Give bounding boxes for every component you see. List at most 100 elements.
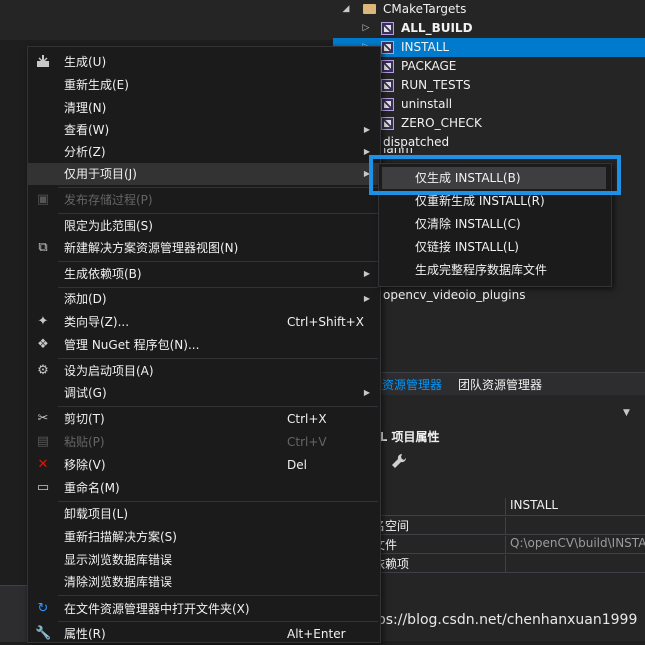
property-value: INSTALL [505,498,558,515]
tree-item-label: INSTALL [401,40,450,54]
menu-item-label: 重命名(M) [64,481,120,495]
tab-team-explorer[interactable]: 团队资源管理器 [458,376,542,393]
submenu-item-generate-pdb[interactable]: 生成完整程序数据库文件 [379,259,611,281]
submenu-item-label: 生成完整程序数据库文件 [415,263,548,277]
property-value: Q:\openCV\build\INSTAL [505,536,645,553]
menu-item-label: 限定为此范围(S) [64,219,153,233]
tree-item-label: opencv_videoio_plugins [383,288,526,302]
menu-item-cut[interactable]: ✂ 剪切(T) Ctrl+X [28,408,380,430]
menu-item-label: 清理(N) [64,101,107,115]
menu-item-shortcut: Ctrl+V [287,435,327,449]
menu-item-debug[interactable]: 调试(G) ▶ [28,382,380,404]
submenu-arrow-icon: ▶ [363,388,370,397]
menu-item-unload-project[interactable]: 卸载项目(L) [28,503,380,525]
menu-item-rename[interactable]: ▭ 重命名(M) [28,477,380,499]
gear-icon: ⚙ [37,363,49,378]
submenu-arrow-icon: ▶ [363,125,370,134]
menu-item-label: 显示浏览数据库错误 [64,553,173,567]
menu-item-rescan-solution[interactable]: 重新扫描解决方案(S) [28,526,380,548]
menu-item-label: 清除浏览数据库错误 [64,575,173,589]
project-icon [381,98,394,111]
menu-item-project-only[interactable]: 仅用于项目(J) ▶ [28,163,380,185]
collapse-arrow-icon[interactable]: ▷ [361,19,371,38]
tree-item-label: RUN_TESTS [401,78,471,92]
annotation-highlight-box [369,155,621,195]
new-view-icon: ⧉ [38,240,48,255]
menu-separator [58,595,378,596]
nuget-icon: ❖ [37,337,49,352]
menu-item-label: 添加(D) [64,292,107,306]
menu-item-label: 发布存储过程(P) [64,193,153,207]
menu-item-label: 类向导(Z)... [64,315,130,329]
menu-item-clean[interactable]: 清理(N) [28,97,380,119]
project-icon [381,79,394,92]
wrench-icon[interactable] [390,452,408,470]
properties-title: LL 项目属性 [372,430,440,444]
menu-item-label: 移除(V) [64,458,106,472]
menu-item-label: 查看(W) [64,123,110,137]
open-folder-icon: ↻ [37,601,49,616]
menu-item-label: 管理 NuGet 程序包(N)... [64,338,200,352]
tree-item-all-build[interactable]: ▷ ALL_BUILD [333,19,645,38]
expand-arrow-icon[interactable]: ◢ [341,0,351,19]
menu-item-rebuild[interactable]: 重新生成(E) [28,74,380,96]
submenu-item-label: 仅清除 INSTALL(C) [415,217,521,231]
menu-item-publish-stored-procedure[interactable]: ▣ 发布存储过程(P) [28,189,380,211]
menu-separator [58,621,378,622]
menu-item-scope-to-this[interactable]: 限定为此范围(S) [28,215,380,237]
menu-item-remove[interactable]: ✕ 移除(V) Del [28,454,380,476]
project-icon [381,60,394,73]
menu-item-label: 生成(U) [64,55,107,69]
menu-item-label: 调试(G) [64,386,107,400]
menu-item-label: 仅用于项目(J) [64,167,137,181]
menu-item-paste[interactable]: ▤ 粘贴(P) Ctrl+V [28,431,380,453]
menu-item-shortcut: Ctrl+Shift+X [287,315,364,329]
menu-item-label: 设为启动项目(A) [64,364,154,378]
project-icon [381,41,394,54]
folder-icon [363,4,376,14]
menu-item-class-wizard[interactable]: ✦ 类向导(Z)... Ctrl+Shift+X [28,311,380,333]
menu-item-label: 属性(R) [64,627,106,641]
publish-icon: ▣ [36,192,50,207]
property-value [505,555,510,572]
menu-item-label: 重新生成(E) [64,78,129,92]
menu-item-shortcut: Ctrl+X [287,412,327,426]
paste-icon: ▤ [36,434,50,449]
menu-item-open-in-explorer[interactable]: ↻ 在文件资源管理器中打开文件夹(X) [28,598,380,620]
submenu-arrow-icon: ▶ [363,269,370,278]
menu-item-manage-nuget[interactable]: ❖ 管理 NuGet 程序包(N)... [28,334,380,356]
menu-item-label: 分析(Z) [64,145,106,159]
menu-item-new-explorer-view[interactable]: ⧉ 新建解决方案资源管理器视图(N) [28,237,380,259]
menu-separator [58,406,378,407]
menu-item-view[interactable]: 查看(W) ▶ [28,119,380,141]
submenu-item-label: 仅链接 INSTALL(L) [415,240,519,254]
menu-item-build-dependencies[interactable]: 生成依赖项(B) ▶ [28,263,380,285]
menu-item-label: 剪切(T) [64,412,105,426]
menu-item-label: 粘贴(P) [64,435,105,449]
context-menu: 生成(U) 重新生成(E) 清理(N) 查看(W) ▶ 分析(Z) ▶ 仅用于项… [27,46,381,643]
tree-item-label: ZERO_CHECK [401,116,482,130]
menu-separator [58,261,378,262]
menu-item-shortcut: Alt+Enter [287,627,346,641]
submenu-item-clean-install[interactable]: 仅清除 INSTALL(C) [379,213,611,235]
remove-icon: ✕ [37,457,49,472]
project-icon [381,117,394,130]
menu-separator [58,187,378,188]
menu-item-properties[interactable]: 🔧 属性(R) Alt+Enter [28,623,380,645]
wrench-icon: 🔧 [35,626,52,641]
watermark-text: https://blog.csdn.net/chenhanxuan1999 [357,612,638,628]
menu-item-add[interactable]: 添加(D) ▶ [28,288,380,310]
class-wizard-icon: ✦ [37,314,49,329]
tree-folder-cmaketargets[interactable]: ◢ CMakeTargets [333,0,645,19]
tree-item-label: PACKAGE [401,59,457,73]
dropdown-arrow-icon[interactable]: ▼ [623,408,630,418]
menu-item-clear-db-errors[interactable]: 清除浏览数据库错误 [28,571,380,593]
menu-item-analyze[interactable]: 分析(Z) ▶ [28,141,380,163]
submenu-item-link-install[interactable]: 仅链接 INSTALL(L) [379,236,611,258]
menu-item-set-startup-project[interactable]: ⚙ 设为启动项目(A) [28,360,380,382]
menu-item-label: 新建解决方案资源管理器视图(N) [64,241,239,255]
scissors-icon: ✂ [37,411,49,426]
menu-separator [58,358,378,359]
menu-item-show-db-errors[interactable]: 显示浏览数据库错误 [28,549,380,571]
menu-item-build[interactable]: 生成(U) [28,51,380,73]
